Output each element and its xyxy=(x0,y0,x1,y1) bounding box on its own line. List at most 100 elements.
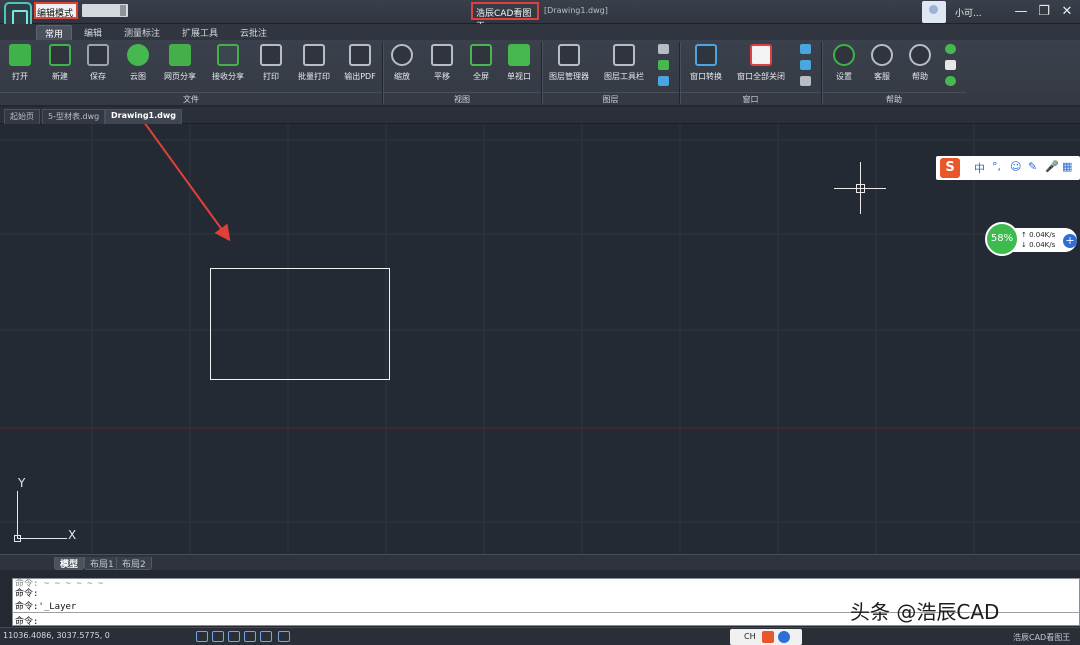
fullscreen-toggle-icon[interactable] xyxy=(278,631,290,642)
layer-toolbar-button[interactable]: 图层工具栏 xyxy=(602,42,646,86)
tab-cloud-annotate[interactable]: 云批注 xyxy=(232,25,275,40)
tab-start-page[interactable]: 起始页 xyxy=(4,109,40,124)
memory-usage-badge[interactable]: 58% xyxy=(985,222,1019,256)
input-language[interactable]: CH xyxy=(744,632,756,641)
print-button[interactable]: 打印 xyxy=(249,42,293,86)
help-button[interactable]: 帮助 xyxy=(898,42,942,86)
group-layer: 图层 xyxy=(542,92,679,106)
headset-icon xyxy=(871,44,893,66)
open-button[interactable]: 打开 xyxy=(0,42,42,86)
info-icon[interactable] xyxy=(945,76,956,86)
ime-chinese-toggle[interactable]: 中 xyxy=(974,160,985,176)
watermark: 头条 @浩辰CAD xyxy=(850,600,1000,624)
command-input[interactable]: 命令: xyxy=(15,614,38,627)
ime-punctuation-icon[interactable]: °, xyxy=(992,160,1001,173)
ucs-y-axis xyxy=(17,491,18,539)
help-tray-icon[interactable] xyxy=(778,631,790,643)
osnap-toggle-icon[interactable] xyxy=(260,631,272,642)
ucs-x-label: X xyxy=(68,528,77,542)
help-icon xyxy=(909,44,931,66)
user-avatar[interactable] xyxy=(922,1,946,23)
ortho-toggle-icon[interactable] xyxy=(244,631,256,642)
ribbon: 打开 新建 保存 云图 网页分享 接收分享 打印 批量打印 输出PDF 缩放 平… xyxy=(0,40,1080,106)
zoom-button[interactable]: 缩放 xyxy=(380,42,424,86)
tab-layout1[interactable]: 布局1 xyxy=(84,557,120,570)
ime-handwriting-icon[interactable]: ✎ xyxy=(1028,160,1037,173)
tab-extend-tools[interactable]: 扩展工具 xyxy=(174,25,226,40)
command-history-line: 命令:'_Layer xyxy=(15,602,77,612)
edit-mode-label[interactable]: 编辑模式 xyxy=(34,2,78,19)
maximize-button[interactable]: ❐ xyxy=(1035,3,1053,20)
settings-gear-icon xyxy=(833,44,855,66)
ime-toolbox-icon[interactable]: ▦ xyxy=(1062,160,1072,173)
window-switch-button[interactable]: 窗口转换 xyxy=(684,42,728,86)
snap-toggle-icon[interactable] xyxy=(212,631,224,642)
grid-toggle-icon[interactable] xyxy=(196,631,208,642)
batch-print-icon xyxy=(303,44,325,66)
layer-lock-icon[interactable] xyxy=(658,76,669,86)
upload-speed: ↑ 0.04K/s xyxy=(1021,231,1056,239)
save-button[interactable]: 保存 xyxy=(76,42,120,86)
pan-hand-icon xyxy=(431,44,453,66)
cascade-icon[interactable] xyxy=(800,76,811,86)
cloud-icon xyxy=(127,44,149,66)
group-help: 帮助 xyxy=(822,92,966,106)
grid-apps-icon[interactable] xyxy=(945,60,956,70)
app-title: 浩辰CAD看图王 xyxy=(471,2,539,32)
sogou-tray-icon[interactable] xyxy=(762,631,774,643)
export-pdf-button[interactable]: 输出PDF xyxy=(338,42,382,86)
close-button[interactable]: ✕ xyxy=(1058,3,1076,20)
cursor-coordinates: 11036.4086, 3037.5775, 0 xyxy=(3,631,110,640)
polar-toggle-icon[interactable] xyxy=(228,631,240,642)
pdf-icon xyxy=(349,44,371,66)
status-bar: 11036.4086, 3037.5775, 0 CH 浩辰CAD看图王 xyxy=(0,627,1080,645)
tab-layout2[interactable]: 布局2 xyxy=(116,557,152,570)
tile-horizontal-icon[interactable] xyxy=(800,60,811,70)
web-share-button[interactable]: 网页分享 xyxy=(158,42,202,86)
cloud-button[interactable]: 云图 xyxy=(116,42,160,86)
tab-edit[interactable]: 编辑 xyxy=(76,25,110,40)
layer-on-icon[interactable] xyxy=(658,60,669,70)
quick-access-toolbar[interactable] xyxy=(82,4,128,17)
group-file: 文件 xyxy=(0,92,382,106)
add-icon[interactable]: + xyxy=(1063,234,1077,248)
zoom-icon xyxy=(391,44,413,66)
close-all-windows-icon xyxy=(750,44,772,66)
sogou-logo[interactable]: S xyxy=(940,158,960,178)
tab-measure[interactable]: 测量标注 xyxy=(116,25,168,40)
system-tray[interactable]: CH xyxy=(730,629,802,645)
close-all-windows-button[interactable]: 窗口全部关闭 xyxy=(736,42,786,86)
layer-manager-button[interactable]: 图层管理器 xyxy=(547,42,591,86)
user-name[interactable]: 小可... xyxy=(955,6,982,19)
tab-common[interactable]: 常用 xyxy=(36,25,73,40)
receive-share-icon xyxy=(217,44,239,66)
tile-vertical-icon[interactable] xyxy=(800,44,811,54)
tab-drawing1[interactable]: Drawing1.dwg xyxy=(105,109,182,124)
folder-open-icon xyxy=(9,44,31,66)
layer-stack-icon[interactable] xyxy=(658,44,669,54)
title-bar: 编辑模式 浩辰CAD看图王 [Drawing1.dwg] 小可... — ❐ ✕ xyxy=(0,0,1080,32)
status-app-name: 浩辰CAD看图王 xyxy=(1013,633,1071,642)
fullscreen-icon xyxy=(470,44,492,66)
layer-toolbar-icon xyxy=(613,44,635,66)
tab-profile-table[interactable]: 5-型材表.dwg xyxy=(42,109,106,124)
receive-share-button[interactable]: 接收分享 xyxy=(206,42,250,86)
search-icon[interactable] xyxy=(945,44,956,54)
menu-tabs: 常用 编辑 测量标注 扩展工具 云批注 − ▫ × xyxy=(0,24,1080,59)
ime-voice-icon[interactable]: 🎤 xyxy=(1045,160,1059,173)
batch-print-button[interactable]: 批量打印 xyxy=(292,42,336,86)
network-speed-widget[interactable]: 58% ↑ 0.04K/s ↓ 0.04K/s + xyxy=(985,222,1080,256)
minimize-button[interactable]: — xyxy=(1012,3,1030,20)
document-title: [Drawing1.dwg] xyxy=(544,6,608,15)
new-file-icon xyxy=(49,44,71,66)
window-switch-icon xyxy=(695,44,717,66)
pan-button[interactable]: 平移 xyxy=(420,42,464,86)
download-speed: ↓ 0.04K/s xyxy=(1021,241,1056,249)
printer-icon xyxy=(260,44,282,66)
single-viewport-button[interactable]: 单视口 xyxy=(497,42,541,86)
drawing-canvas[interactable]: Y X S 中 °, ☺ ✎ 🎤 ▦ 58% ↑ 0.04K/s ↓ 0.04K… xyxy=(0,124,1080,554)
ime-toolbar[interactable]: S 中 °, ☺ ✎ 🎤 ▦ xyxy=(936,156,1080,180)
layer-manager-icon xyxy=(558,44,580,66)
tab-model[interactable]: 模型 xyxy=(54,557,85,570)
ime-emoji-icon[interactable]: ☺ xyxy=(1010,160,1021,173)
